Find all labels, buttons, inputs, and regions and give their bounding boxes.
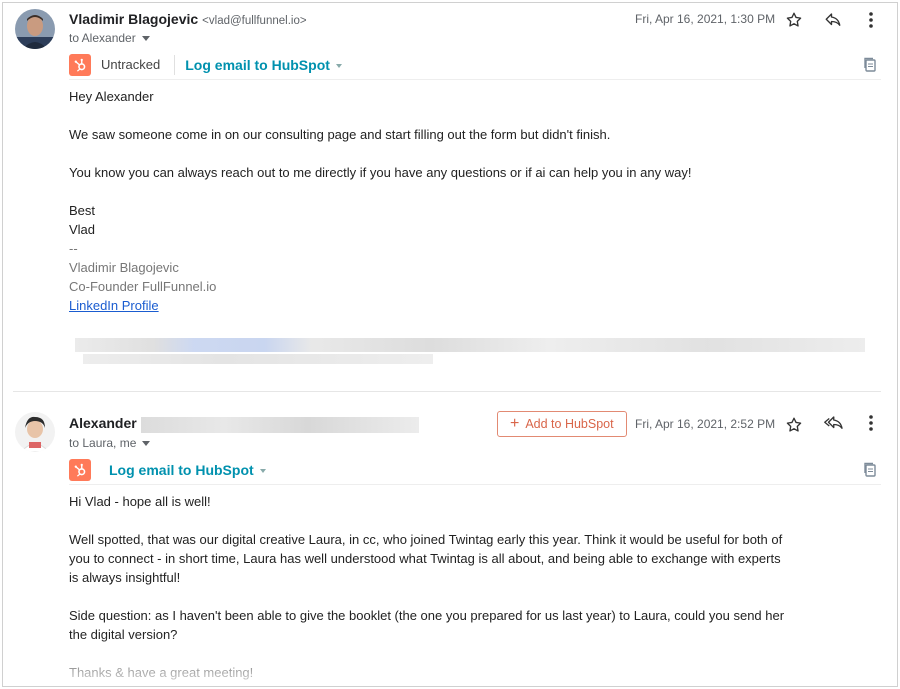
star-icon[interactable]: [783, 414, 805, 436]
email-thread: Vladimir Blagojevic <vlad@fullfunnel.io> …: [2, 2, 898, 687]
plus-icon: +: [510, 415, 520, 432]
redacted-content: [75, 338, 865, 352]
body-paragraph-line: Well spotted, that was our digital creat…: [69, 532, 783, 547]
closing: Best: [69, 203, 96, 218]
sender-name: Vladimir Blagojevic <vlad@fullfunnel.io>: [69, 11, 307, 27]
closing: Thanks & have a great meeting!: [69, 665, 254, 680]
add-to-hubspot-label: Add to HubSpot: [525, 417, 614, 431]
linkedin-link[interactable]: LinkedIn Profile: [69, 298, 159, 313]
reply-all-icon[interactable]: [822, 412, 844, 434]
more-vert-icon[interactable]: [860, 9, 882, 31]
hubspot-toolbar: Log email to HubSpot: [69, 455, 881, 485]
hubspot-toolbar: Untracked Log email to HubSpot: [69, 50, 881, 80]
body-paragraph-line: is always insightful!: [69, 570, 181, 585]
body-paragraph-line: Side question: as I haven't been able to…: [69, 608, 785, 623]
greeting: Hey Alexander: [69, 89, 154, 104]
sender-name: Alexander: [69, 415, 137, 431]
message-date: Fri, Apr 16, 2021, 1:30 PM: [635, 12, 776, 26]
copy-icon[interactable]: [859, 459, 881, 481]
toolbar-divider: [174, 54, 176, 75]
reply-icon[interactable]: [822, 9, 844, 31]
hubspot-sprocket-icon: [69, 458, 91, 481]
message-date: Fri, Apr 16, 2021, 2:52 PM: [635, 417, 776, 431]
copy-icon[interactable]: [859, 54, 881, 76]
tracking-status: Untracked: [101, 57, 161, 72]
message-body: Hey Alexander We saw someone come in on …: [69, 87, 879, 315]
signature-title: Co-Founder FullFunnel.io: [69, 279, 217, 294]
chevron-down-icon: [335, 63, 342, 68]
log-email-hubspot-button[interactable]: Log email to HubSpot: [185, 57, 342, 73]
body-paragraph-line: you to connect - in short time, Laura ha…: [69, 551, 781, 566]
sender-avatar[interactable]: [15, 9, 55, 49]
signature-dash: --: [69, 241, 78, 256]
recipients-label: to Alexander: [69, 31, 136, 45]
signature-name: Vladimir Blagojevic: [69, 260, 179, 275]
body-paragraph: You know you can always reach out to me …: [69, 165, 692, 180]
body-paragraph: We saw someone come in on our consulting…: [69, 127, 611, 142]
chevron-down-icon: [142, 441, 151, 447]
chevron-down-icon: [259, 468, 266, 473]
add-to-hubspot-button[interactable]: + Add to HubSpot: [497, 411, 627, 437]
star-icon[interactable]: [783, 9, 805, 31]
recipients-toggle[interactable]: to Laura, me: [69, 436, 151, 450]
closing-name: Vlad: [69, 222, 96, 237]
more-vert-icon[interactable]: [860, 412, 882, 434]
message-body: Hi Vlad - hope all is well! Well spotted…: [69, 492, 884, 682]
log-email-label: Log email to HubSpot: [109, 461, 254, 478]
sender-email: <vlad@fullfunnel.io>: [202, 15, 307, 27]
log-email-label: Log email to HubSpot: [185, 56, 330, 73]
message-separator: [13, 391, 881, 392]
log-email-hubspot-button[interactable]: Log email to HubSpot: [109, 462, 266, 478]
greeting: Hi Vlad - hope all is well!: [69, 494, 211, 509]
recipients-label: to Laura, me: [69, 436, 137, 450]
sender-avatar[interactable]: [15, 412, 55, 452]
redacted-content: [83, 354, 433, 364]
chevron-down-icon: [141, 36, 150, 42]
redacted-sender-email: [141, 417, 419, 433]
hubspot-sprocket-icon: [69, 53, 91, 76]
body-paragraph-line: the digital version?: [69, 627, 178, 642]
recipients-toggle[interactable]: to Alexander: [69, 31, 150, 45]
